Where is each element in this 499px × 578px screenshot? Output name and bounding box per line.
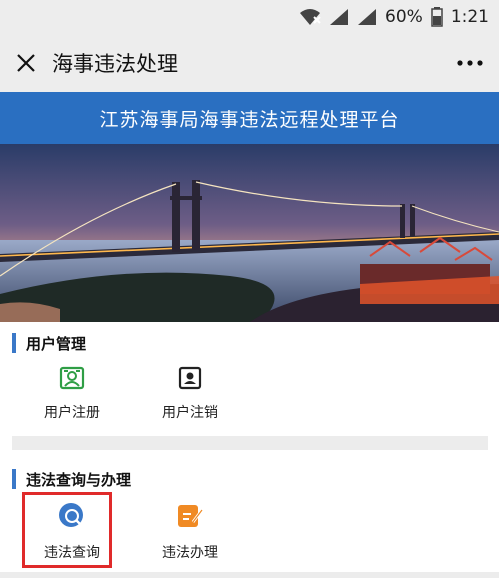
item-label: 违法查询 [44, 545, 100, 561]
close-button[interactable] [12, 49, 40, 77]
user-square-icon [178, 366, 202, 390]
section-user-management: 用户管理 [12, 332, 86, 354]
more-button[interactable] [453, 49, 487, 77]
more-icon [457, 60, 483, 66]
section-accent-bar [12, 333, 16, 353]
status-bar: 60% 1:21 [0, 0, 499, 34]
id-card-icon [59, 366, 85, 390]
section-title: 用户管理 [26, 334, 87, 353]
menu-card: 用户管理 用户注册 用户注销 违法查询与办理 违法查询 违法办理 [0, 322, 499, 578]
user-register-button[interactable]: 用户注册 [12, 366, 132, 432]
edit-doc-icon [178, 505, 204, 527]
section-title: 违法查询与办理 [26, 470, 132, 489]
signal-icon-2 [358, 9, 377, 25]
clock: 1:21 [450, 7, 489, 27]
battery-percent: 60% [385, 7, 423, 27]
violation-handle-button[interactable]: 违法办理 [130, 502, 250, 568]
hero-image [0, 144, 499, 322]
item-label: 用户注册 [44, 405, 100, 421]
close-icon [17, 54, 35, 72]
violation-search-icon [59, 503, 83, 527]
item-label: 违法办理 [162, 545, 218, 561]
section-violation: 违法查询与办理 [12, 468, 131, 490]
section-divider [12, 436, 488, 450]
page-title: 海事违法处理 [52, 52, 178, 76]
banner-title: 江苏海事局海事违法远程处理平台 [0, 92, 499, 144]
violation-query-button[interactable]: 违法查询 [12, 502, 132, 568]
bottom-strip [0, 572, 499, 578]
user-cancel-button[interactable]: 用户注销 [130, 366, 250, 432]
signal-icon [330, 9, 349, 25]
wifi-icon [300, 9, 321, 25]
section-accent-bar [12, 469, 16, 489]
battery-icon [431, 7, 443, 27]
item-label: 用户注销 [162, 405, 218, 421]
nav-bar: 海事违法处理 [0, 34, 499, 92]
